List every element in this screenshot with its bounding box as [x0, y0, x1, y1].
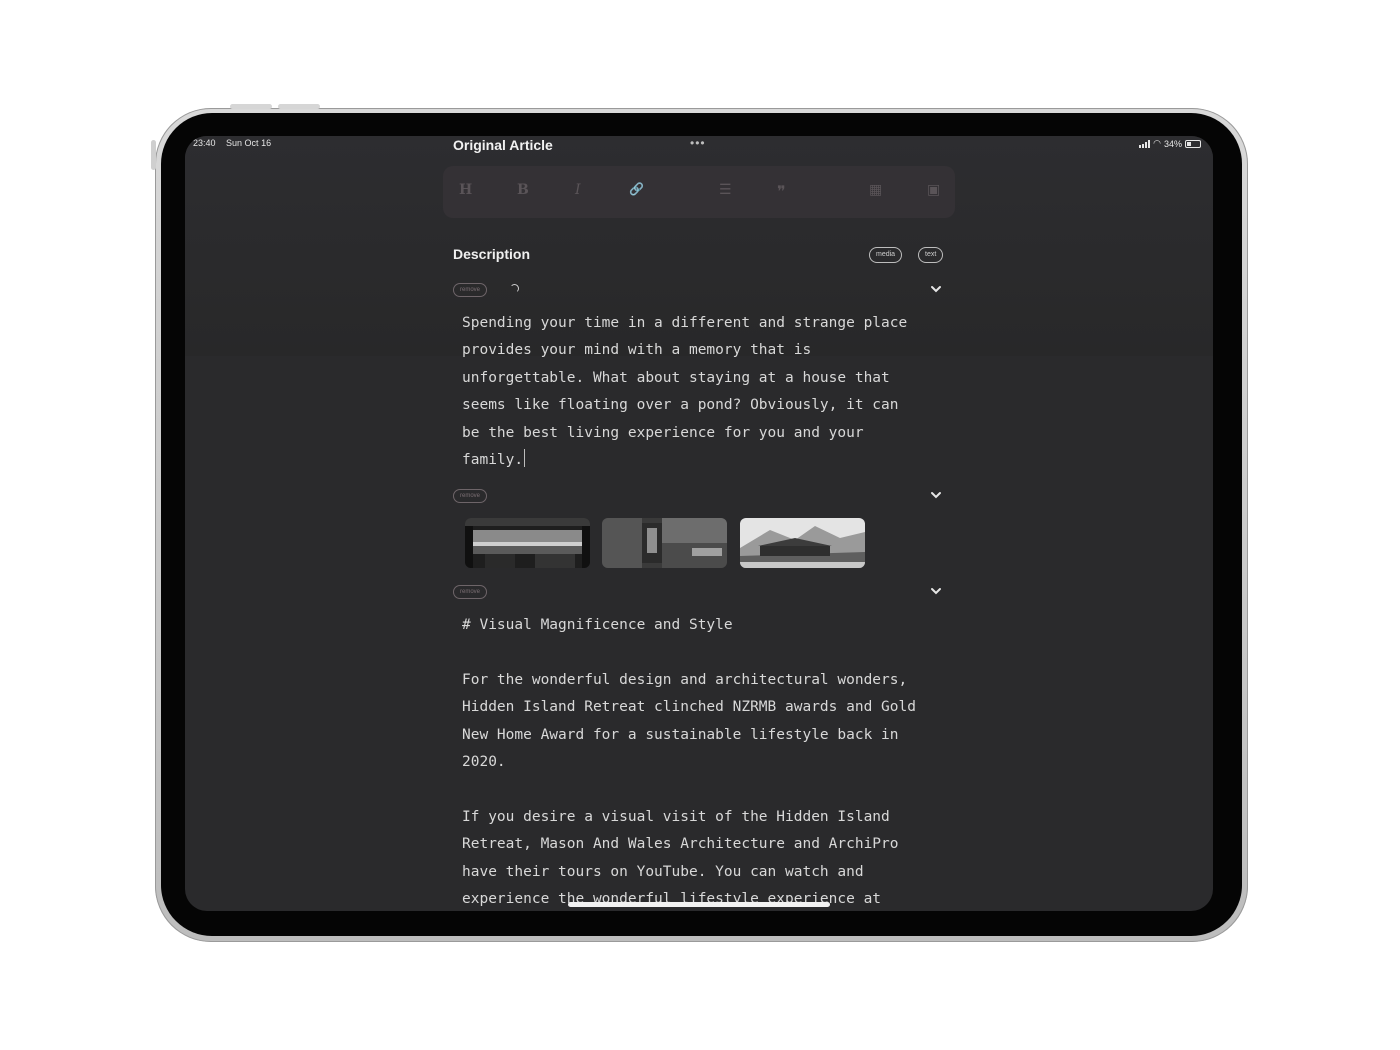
side-button — [151, 140, 156, 170]
remove-block-button[interactable]: remove — [453, 283, 488, 297]
image-icon[interactable]: ▣ — [927, 182, 940, 198]
text-block[interactable]: Spending your time in a different and st… — [462, 310, 952, 474]
status-bar-right: ◠ 34% — [1139, 138, 1201, 149]
table-icon[interactable]: ▦ — [869, 182, 882, 198]
status-time: 23:40 — [193, 138, 216, 148]
add-text-button[interactable]: text — [918, 247, 944, 263]
loading-spinner-icon — [510, 284, 519, 293]
chevron-down-icon[interactable] — [929, 584, 943, 598]
screen: 23:40 Sun Oct 16 ••• ◠ 34% Original Arti… — [185, 136, 1213, 911]
multitasking-icon[interactable]: ••• — [690, 136, 706, 150]
chevron-down-icon[interactable] — [929, 282, 943, 296]
text-cursor — [524, 449, 526, 468]
remove-block-button[interactable]: remove — [453, 585, 488, 599]
heading-icon[interactable]: H — [459, 182, 472, 198]
text-block[interactable]: # Visual Magnificence and Style For the … — [462, 612, 952, 911]
media-thumbnail[interactable] — [602, 518, 727, 568]
bold-icon[interactable]: B — [517, 182, 529, 198]
volume-up-button — [230, 104, 272, 109]
volume-down-button — [278, 104, 320, 109]
text-block-content: # Visual Magnificence and Style For the … — [462, 617, 916, 908]
bullet-list-icon[interactable]: ☰ — [719, 182, 732, 198]
text-block-content: Spending your time in a different and st… — [462, 315, 908, 469]
status-date: Sun Oct 16 — [226, 138, 272, 148]
add-media-button[interactable]: media — [869, 247, 903, 263]
page-title: Original Article — [453, 137, 553, 153]
link-icon[interactable]: 🔗 — [629, 182, 644, 196]
remove-block-button[interactable]: remove — [453, 489, 488, 503]
format-toolbar: H B I 🔗 ☰ ❞ ▦ ▣ — [443, 166, 955, 218]
home-indicator[interactable] — [568, 902, 830, 907]
media-thumbnail[interactable] — [465, 518, 590, 568]
battery-percent: 34% — [1163, 138, 1182, 149]
wifi-icon: ◠ — [1153, 138, 1161, 148]
battery-icon — [1185, 139, 1201, 148]
status-bar-left: 23:40 Sun Oct 16 — [193, 138, 279, 148]
chevron-down-icon[interactable] — [929, 488, 943, 502]
media-thumbnail[interactable] — [740, 518, 865, 568]
cellular-signal-icon — [1139, 139, 1151, 148]
quote-icon[interactable]: ❞ — [777, 182, 786, 201]
italic-icon[interactable]: I — [575, 182, 581, 198]
section-title: Description — [453, 246, 531, 262]
